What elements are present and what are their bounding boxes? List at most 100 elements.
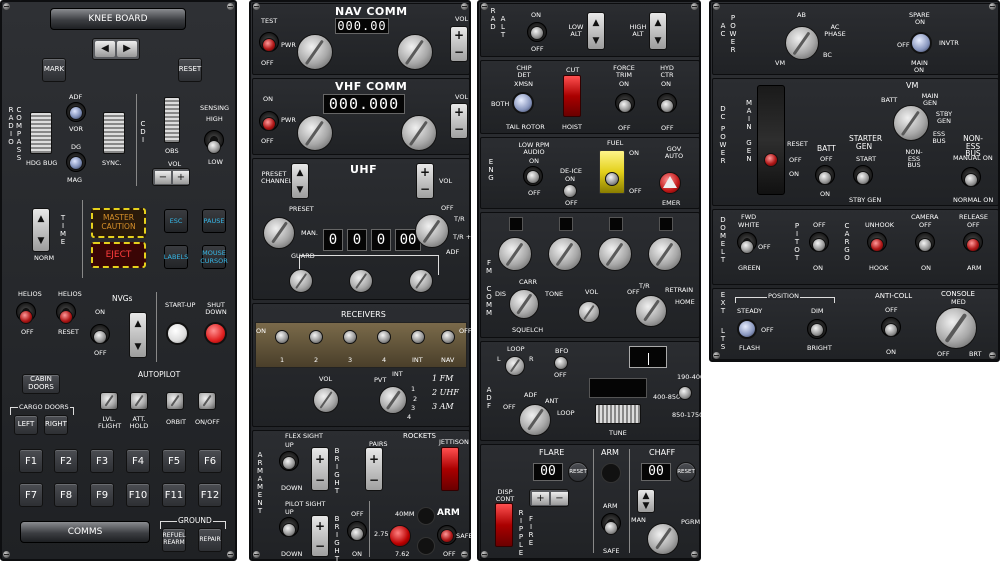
nvg-toggle[interactable] — [93, 330, 107, 344]
reset-button[interactable]: RESET — [178, 58, 202, 82]
pilot-bright-stepper[interactable]: + − — [311, 515, 329, 557]
uhf-digit-1[interactable]: 0 — [323, 229, 343, 251]
fm-vol-knob[interactable] — [578, 301, 600, 323]
vhf-comm-freq[interactable]: 000.000 — [323, 94, 405, 114]
master-caution-button[interactable]: MASTER CAUTION — [91, 208, 146, 238]
nav-vol-stepper[interactable]: + − — [450, 26, 468, 62]
low-alt-stepper[interactable]: ▲ ▼ — [587, 12, 605, 50]
adf-vor-toggle[interactable] — [69, 106, 83, 120]
hyd-ctr-toggle[interactable] — [660, 99, 674, 113]
time-stepper[interactable]: ▲ ▼ — [32, 208, 50, 252]
plus-icon[interactable]: + — [532, 492, 549, 505]
pairs-stepper[interactable]: + − — [365, 447, 383, 491]
main-gen-toggle[interactable] — [764, 153, 778, 167]
cargo-left-button[interactable]: LEFT — [14, 415, 38, 435]
kneeboard-button[interactable]: KNEE BOARD — [50, 8, 186, 30]
f11-key[interactable]: F11 — [162, 483, 186, 507]
chaff-reset-button[interactable]: RESET — [676, 462, 696, 482]
invtr-knob[interactable] — [910, 32, 932, 54]
lvl-flight-knob[interactable] — [100, 392, 118, 410]
high-alt-stepper[interactable]: ▲ ▼ — [649, 12, 667, 50]
position-mode-knob[interactable] — [737, 319, 757, 339]
startup-button[interactable] — [166, 322, 189, 345]
att-hold-knob[interactable] — [130, 392, 148, 410]
receiver-2-toggle[interactable] — [309, 330, 323, 344]
f5-key[interactable]: F5 — [162, 449, 186, 473]
flare-reset-button[interactable]: RESET — [568, 462, 588, 482]
camera-toggle[interactable] — [918, 238, 932, 252]
hoist-cut-guard[interactable] — [563, 75, 581, 117]
receiver-nav-toggle[interactable] — [441, 330, 455, 344]
f6-key[interactable]: F6 — [198, 449, 222, 473]
refuel-rearm-button[interactable]: REFUEL REARM — [162, 528, 186, 552]
nav-freq-knob-left[interactable] — [297, 34, 333, 70]
minus-icon[interactable]: − — [155, 171, 171, 184]
vhf-freq-knob-right[interactable] — [401, 115, 437, 151]
cm-arm-toggle[interactable] — [604, 521, 618, 535]
dome-toggle[interactable] — [740, 240, 754, 254]
f10-key[interactable]: F10 — [126, 483, 150, 507]
chip-det-knob[interactable] — [512, 92, 534, 114]
disp-cont-guard[interactable] — [495, 503, 513, 547]
fm-freq-knob-1[interactable] — [498, 237, 532, 271]
obs-slider[interactable] — [164, 97, 180, 143]
uhf-function-knob[interactable] — [415, 214, 449, 248]
receiver-3-toggle[interactable] — [343, 330, 357, 344]
plus-icon[interactable]: + — [173, 171, 189, 184]
master-arm-toggle[interactable] — [440, 529, 454, 543]
ap-onoff-knob[interactable] — [198, 392, 216, 410]
f3-key[interactable]: F3 — [90, 449, 114, 473]
cargo-right-button[interactable]: RIGHT — [44, 415, 68, 435]
dim-bright-toggle[interactable] — [810, 323, 824, 337]
mark-button[interactable]: MARK — [42, 58, 66, 82]
low-rpm-toggle[interactable] — [526, 170, 540, 184]
adf-mode-knob[interactable] — [519, 404, 551, 436]
hdg-bug-slider[interactable] — [30, 112, 52, 154]
orbit-knob[interactable] — [166, 392, 184, 410]
starter-gen-toggle[interactable] — [856, 171, 870, 185]
squelch-knob[interactable] — [509, 289, 539, 319]
force-trim-toggle[interactable] — [618, 99, 632, 113]
flex-bright-stepper[interactable]: + − — [311, 447, 329, 491]
uhf-tune-knob-3[interactable] — [409, 269, 433, 293]
fm-freq-knob-2[interactable] — [548, 237, 582, 271]
loop-knob[interactable] — [505, 356, 525, 376]
shutdown-button[interactable] — [204, 322, 227, 345]
pilot-sight-toggle[interactable] — [282, 523, 296, 537]
receivers-select-knob[interactable] — [379, 386, 407, 414]
nav-comm-freq[interactable]: 000.00 — [335, 18, 389, 34]
jettison-guard[interactable] — [441, 447, 459, 491]
nvg-stepper[interactable]: ▲ ▼ — [129, 312, 147, 358]
bfo-toggle[interactable] — [554, 356, 568, 370]
band-toggle[interactable] — [678, 386, 692, 400]
f2-key[interactable]: F2 — [54, 449, 78, 473]
receivers-vol-knob[interactable] — [313, 387, 339, 413]
receiver-int-toggle[interactable] — [411, 330, 425, 344]
non-ess-bus-toggle[interactable] — [964, 173, 978, 187]
tune-slider[interactable] — [595, 404, 641, 424]
batt-toggle[interactable] — [818, 171, 832, 185]
fm-mode-knob[interactable] — [635, 295, 667, 327]
helios1-toggle[interactable] — [19, 310, 33, 324]
f8-key[interactable]: F8 — [54, 483, 78, 507]
fm-freq-knob-4[interactable] — [648, 237, 682, 271]
f9-key[interactable]: F9 — [90, 483, 114, 507]
pilot-onoff-toggle[interactable] — [350, 527, 364, 541]
f12-key[interactable]: F12 — [198, 483, 222, 507]
arrow-left-icon[interactable]: ◀ — [95, 41, 115, 57]
f7-key[interactable]: F7 — [19, 483, 43, 507]
esc-button[interactable]: ESC — [164, 209, 188, 233]
radalt-toggle[interactable] — [530, 26, 544, 40]
dc-vm-knob[interactable] — [893, 105, 929, 141]
f4-key[interactable]: F4 — [126, 449, 150, 473]
labels-button[interactable]: LABELS — [164, 245, 188, 269]
nav-freq-knob-right[interactable] — [397, 34, 433, 70]
cargo-hook-toggle[interactable] — [870, 238, 884, 252]
weapon-select-knob[interactable] — [389, 525, 411, 547]
comms-button[interactable]: COMMS — [20, 521, 150, 543]
receiver-4-toggle[interactable] — [377, 330, 391, 344]
cabin-doors-button[interactable]: CABIN DOORS — [22, 374, 60, 394]
chaff-stepper[interactable]: ▲ ▼ — [637, 489, 655, 513]
receiver-1-toggle[interactable] — [275, 330, 289, 344]
vhf-pwr-toggle[interactable] — [262, 117, 276, 131]
